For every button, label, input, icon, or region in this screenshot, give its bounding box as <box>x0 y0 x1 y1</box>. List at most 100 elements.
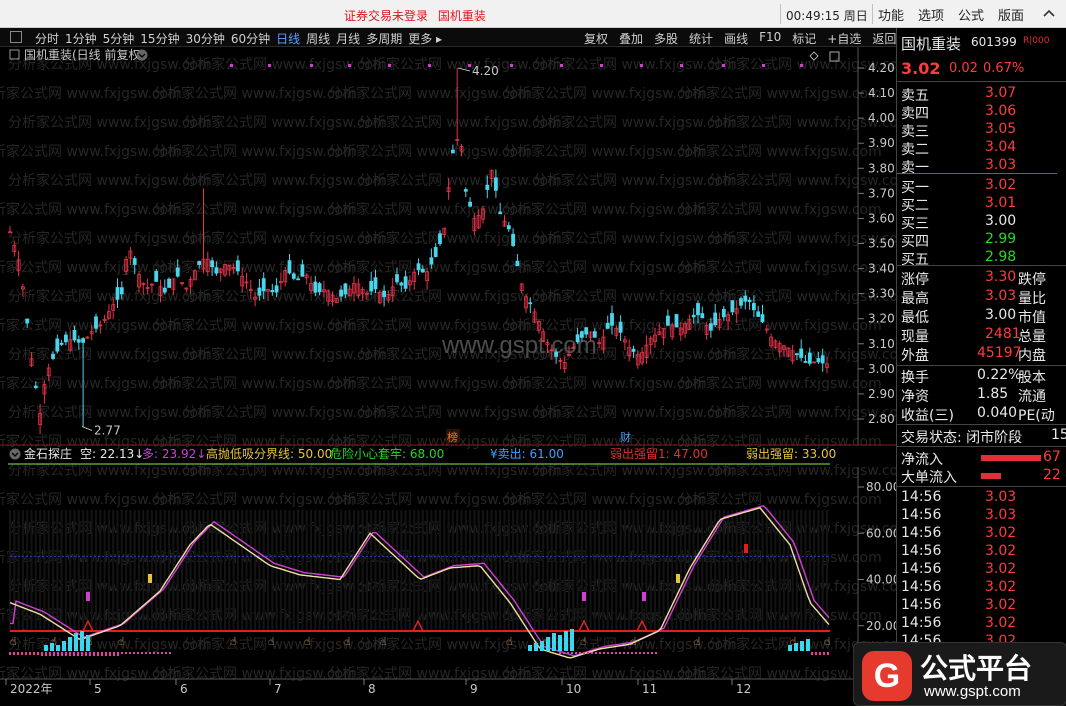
signal-marker <box>762 64 765 67</box>
candle-body <box>399 282 404 286</box>
tab-period-7[interactable]: 周线 <box>306 30 330 47</box>
y-tick-label: 3.90 <box>868 136 895 150</box>
tab-period-3[interactable]: 15分钟 <box>140 30 179 47</box>
hand-pointer-icon: ☝ <box>344 635 351 648</box>
tool-button-5[interactable]: F10 <box>759 30 781 47</box>
watermark-text: 分析家公式网 www.fxjgsw.com <box>328 85 532 102</box>
chart-tools: 复权 叠加 多股 统计 画线 F10 标记 +自选 返回 <box>584 30 907 47</box>
watermark-text: 分析家公式网 www.fxjgsw.com <box>678 259 882 276</box>
panel-toggle-icon[interactable] <box>10 31 22 43</box>
tab-period-10[interactable]: 更多 ▸ <box>408 30 442 47</box>
candle-body <box>515 260 520 267</box>
candle-body <box>403 276 408 289</box>
flow-value: 22 <box>1043 467 1061 483</box>
watermark-text: 分析家公式网 www.fxjgsw.com <box>358 172 562 189</box>
tab-period-6[interactable]: 日线 <box>276 30 300 47</box>
candle-body <box>820 355 825 364</box>
tab-period-2[interactable]: 5分钟 <box>103 30 135 47</box>
watermark-text: 分析家公式网 www.fxjgsw.com <box>183 172 387 189</box>
tool-button-6[interactable]: 标记 <box>792 30 816 47</box>
tool-button-8[interactable]: 返回 <box>872 30 896 47</box>
tool-button-2[interactable]: 多股 <box>654 30 678 47</box>
tab-period-0[interactable]: 分时 <box>35 30 59 47</box>
tab-period-8[interactable]: 月线 <box>336 30 360 47</box>
chevron-up-icon[interactable] <box>1038 3 1060 25</box>
watermark-text: 分析家公式网 www.fxjgsw.com <box>678 143 882 160</box>
stock-code: 601399 <box>971 35 1017 49</box>
tick-time: 14:56 <box>901 597 942 613</box>
tick-row: 14:56 3.02 <box>897 597 1066 615</box>
stat-tail: 内盘 <box>1018 348 1046 364</box>
stat-row: 最低 3.00 市值 <box>897 307 1066 326</box>
flow-bar <box>981 473 1001 479</box>
tick-row: 14:56 3.03 <box>897 489 1066 507</box>
watermark-text: 分析家公式网 www.fxjgsw.com <box>503 259 707 276</box>
menu-options[interactable]: 选项 <box>918 5 944 24</box>
tab-period-4[interactable]: 30分钟 <box>186 30 225 47</box>
volume-bar-up <box>564 631 568 651</box>
candle-body <box>485 184 490 190</box>
tab-period-1[interactable]: 1分钟 <box>65 30 97 47</box>
tool-button-3[interactable]: 统计 <box>689 30 713 47</box>
tool-button-4[interactable]: 画线 <box>724 30 748 47</box>
ask-row: 卖二 3.04 <box>897 139 1066 158</box>
tool-button-0[interactable]: 复权 <box>584 30 608 47</box>
tool-button-1[interactable]: 叠加 <box>619 30 643 47</box>
candle-body <box>343 283 348 295</box>
candle-body <box>498 211 503 215</box>
tool-button-7[interactable]: +自选 <box>827 30 861 47</box>
watermark-text: 分析家公式网 www.fxjgsw.com <box>358 404 562 421</box>
indicator-value-4: ¥卖出: 61.00 <box>490 447 564 461</box>
tick-price: 3.02 <box>985 579 1017 595</box>
candle-body <box>64 334 68 343</box>
watermark-text: 分析家公式网 www.fxjgsw.com <box>153 85 357 102</box>
menu-formula[interactable]: 公式 <box>958 5 984 24</box>
x-axis-label: 12 <box>736 682 751 696</box>
tab-period-9[interactable]: 多周期 <box>366 30 402 47</box>
watermark-text: 分析家公式网 www.fxjgsw.com <box>183 288 387 305</box>
x-axis-label: 6 <box>180 682 188 696</box>
candle-body <box>631 348 636 352</box>
signal-marker <box>722 64 725 67</box>
bid-price: 3.02 <box>985 177 1017 193</box>
tick-time: 14:56 <box>901 561 942 577</box>
candle-body <box>94 316 98 329</box>
candle-body <box>300 264 305 277</box>
candle-body <box>584 327 589 335</box>
watermark-text: 分析家公式网 www.fxjgsw.com <box>503 143 707 160</box>
y-tick-label: 4.10 <box>868 86 895 100</box>
y-tick-label: 3.00 <box>868 362 895 376</box>
tick-time: 14:56 <box>901 579 942 595</box>
candle-body <box>416 263 421 271</box>
stock-name: 国机重装 <box>901 35 962 53</box>
menu-function[interactable]: 功能 <box>878 5 904 24</box>
stat2-value: 0.040 <box>977 405 1018 421</box>
chart-title: 国机重装(日线 前复权) <box>24 47 145 62</box>
signal-marker <box>310 64 313 67</box>
signal-tag <box>676 574 680 583</box>
indicator-value-6: 弱出强留: 33.00 <box>746 447 836 461</box>
candle-body <box>618 321 623 333</box>
volume-bar-up <box>570 629 574 651</box>
watermark-text: 分析家公式网 www.fxjgsw.com <box>8 288 212 305</box>
title-bar: 证券交易未登录 国机重装 00:49:15 周日 功能 选项 公式 版面 <box>0 0 1066 28</box>
tick-price: 3.02 <box>985 561 1017 577</box>
bid-label: 买一 <box>901 180 929 196</box>
tick-row: 14:56 3.02 <box>897 615 1066 633</box>
chart-area[interactable]: 分析家公式网 www.fxjgsw.com 分析家公式网 www.fxjgsw.c… <box>0 47 912 706</box>
candle-body <box>210 260 215 268</box>
watermark-text: 分析家公式网 www.fxjgsw.com <box>503 85 707 102</box>
candle-body <box>438 233 442 244</box>
login-status: 证券交易未登录 国机重装 <box>344 7 492 24</box>
watermark-text: 分析家公式网 www.fxjgsw.com <box>328 201 532 218</box>
watermark-text: 分析家公式网 www.fxjgsw.com <box>678 317 882 334</box>
ask-price: 3.03 <box>985 157 1017 173</box>
stat2-tail: 股本 <box>1018 370 1046 386</box>
candle-body <box>59 342 64 345</box>
menu-layout[interactable]: 版面 <box>998 5 1024 24</box>
tab-period-5[interactable]: 60分钟 <box>231 30 270 47</box>
candle-body <box>382 290 387 298</box>
last-price: 3.02 <box>901 59 941 78</box>
tick-price: 3.02 <box>985 597 1017 613</box>
tick-time: 14:56 <box>901 507 942 523</box>
